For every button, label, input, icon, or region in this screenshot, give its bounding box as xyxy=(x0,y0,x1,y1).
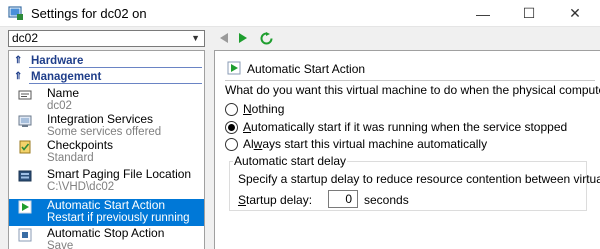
sidebar-item-name[interactable]: Name dc02 xyxy=(9,87,204,113)
radio-label: Automatically start if it was running wh… xyxy=(243,120,568,134)
double-chevron-up-icon: ⇑ xyxy=(14,55,23,66)
vm-selector-value: dc02 xyxy=(12,31,39,45)
sidebar-item-sublabel: Save xyxy=(47,240,74,249)
radio-auto-start-if-running[interactable]: Automatically start if it was running wh… xyxy=(225,120,567,134)
startup-delay-label: Startup delay: xyxy=(238,193,313,207)
group-divider xyxy=(29,83,202,84)
section-title: Automatic Start Action xyxy=(227,61,365,76)
checkpoint-icon xyxy=(18,140,32,154)
title-bar: Settings for dc02 on — ☐ ✕ xyxy=(0,0,600,27)
sidebar-item-smart-paging[interactable]: Smart Paging File Location C:\VHD\dc02 xyxy=(9,168,204,194)
section-divider xyxy=(225,80,595,81)
start-question: What do you want this virtual machine to… xyxy=(225,83,600,97)
sidebar-item-automatic-start-action[interactable]: Automatic Start Action Restart if previo… xyxy=(9,199,204,226)
start-action-icon xyxy=(18,200,32,214)
sidebar-item-label: Integration Services xyxy=(47,112,154,126)
sidebar-item-checkpoints[interactable]: Checkpoints Standard xyxy=(9,139,204,165)
start-action-icon xyxy=(227,61,241,75)
back-arrow-icon[interactable] xyxy=(216,30,232,46)
settings-detail-pane: Automatic Start Action What do you want … xyxy=(214,50,600,249)
close-button[interactable]: ✕ xyxy=(552,0,598,27)
sidebar-item-label: Name xyxy=(47,86,80,100)
sidebar-item-sublabel: Restart if previously running xyxy=(47,212,190,224)
refresh-icon[interactable] xyxy=(258,30,274,46)
sidebar-item-sublabel: Standard xyxy=(47,152,94,164)
startup-delay-description: Specify a startup delay to reduce resour… xyxy=(238,172,600,186)
settings-app-icon xyxy=(8,6,24,21)
radio-button-checked[interactable] xyxy=(225,120,238,134)
chevron-down-icon: ▼ xyxy=(191,33,200,43)
sidebar-item-label: Automatic Start Action xyxy=(47,198,166,212)
radio-button[interactable] xyxy=(225,102,238,116)
section-title-text: Automatic Start Action xyxy=(247,62,366,76)
name-tag-icon xyxy=(18,88,32,102)
group-header-hardware[interactable]: ⇑ Hardware xyxy=(9,54,204,68)
paging-file-icon xyxy=(18,169,32,183)
vm-selector-dropdown[interactable]: dc02 ▼ xyxy=(8,30,205,47)
radio-always-start[interactable]: Always start this virtual machine automa… xyxy=(225,137,487,151)
sidebar-item-label: Checkpoints xyxy=(47,138,114,152)
radio-button[interactable] xyxy=(225,137,238,151)
maximize-button[interactable]: ☐ xyxy=(506,0,552,27)
group-label-management: Management xyxy=(31,71,102,83)
startup-delay-group: Automatic start delay Specify a startup … xyxy=(229,154,600,211)
radio-nothing[interactable]: Nothing xyxy=(225,102,284,116)
group-header-management[interactable]: ⇑ Management xyxy=(9,70,204,84)
stop-action-icon xyxy=(18,228,32,242)
radio-label: Always start this virtual machine automa… xyxy=(243,137,488,151)
sidebar-item-automatic-stop-action[interactable]: Automatic Stop Action Save xyxy=(9,227,204,249)
sidebar-item-integration-services[interactable]: Integration Services Some services offer… xyxy=(9,113,204,139)
sidebar-item-label: Automatic Stop Action xyxy=(47,226,165,240)
startup-delay-input[interactable]: 0 xyxy=(328,190,358,208)
window-title: Settings for dc02 on xyxy=(31,6,147,21)
startup-delay-legend: Automatic start delay xyxy=(233,154,348,168)
sidebar-item-label: Smart Paging File Location xyxy=(47,167,192,181)
integration-services-icon xyxy=(18,114,32,128)
sidebar-item-sublabel: C:\VHD\dc02 xyxy=(47,181,115,193)
forward-arrow-icon[interactable] xyxy=(235,30,251,46)
radio-label: Nothing xyxy=(243,102,285,116)
group-label-hardware: Hardware xyxy=(31,55,84,67)
double-chevron-up-icon: ⇑ xyxy=(14,71,23,82)
minimize-button[interactable]: — xyxy=(460,0,506,27)
group-divider xyxy=(29,67,202,68)
settings-window: Settings for dc02 on — ☐ ✕ dc02 ▼ ⇑ Hard… xyxy=(0,0,600,249)
startup-delay-unit: seconds xyxy=(364,193,409,207)
settings-sidebar: ⇑ Hardware ⇑ Management Name dc02 Integr… xyxy=(8,50,205,249)
